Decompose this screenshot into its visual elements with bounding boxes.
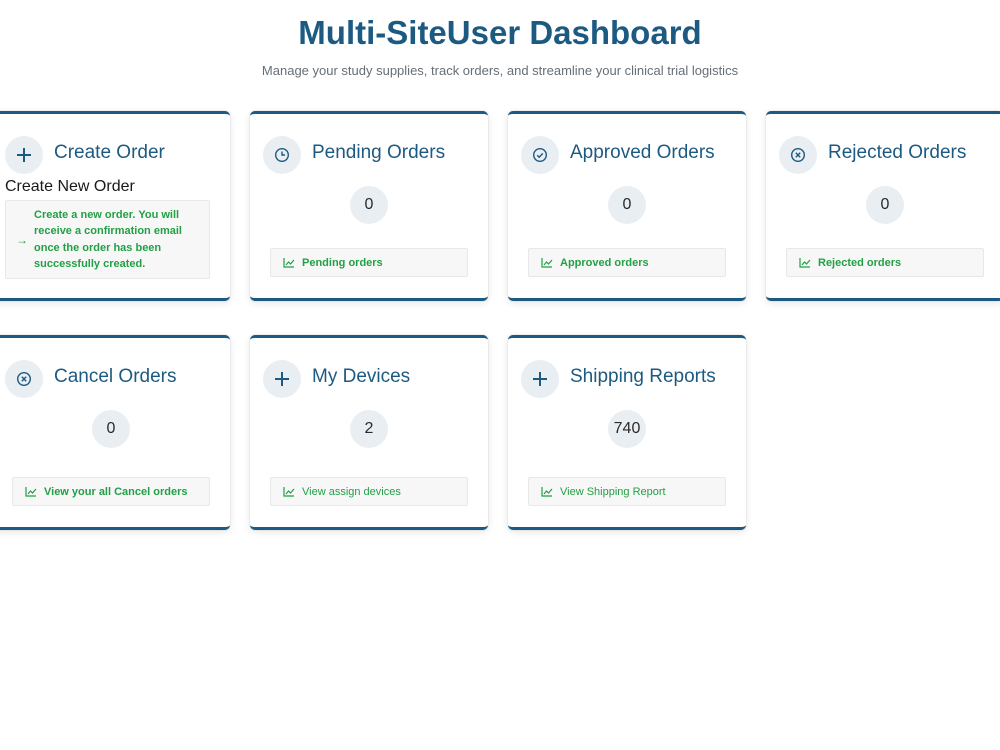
card-title: Cancel Orders [54, 366, 177, 387]
card-title: Rejected Orders [828, 142, 967, 163]
rejected-orders-link[interactable]: Rejected orders [786, 248, 984, 277]
plus-icon [5, 136, 43, 174]
chart-line-icon [541, 487, 553, 497]
rejected-orders-card[interactable]: Rejected Orders 0 Rejected orders [766, 111, 1000, 301]
shipping-reports-count: 740 [608, 410, 646, 448]
link-label: Pending orders [302, 256, 383, 269]
check-circle-icon [521, 136, 559, 174]
page-title: Multi-SiteUser Dashboard [298, 14, 702, 51]
chart-line-icon [25, 487, 37, 497]
page-subtitle: Manage your study supplies, track orders… [261, 63, 739, 78]
chart-line-icon [541, 258, 553, 268]
link-label: View Shipping Report [560, 485, 666, 498]
cancel-orders-card[interactable]: Cancel Orders 0 View your all Cancel ord… [0, 335, 230, 530]
my-devices-count: 2 [350, 410, 388, 448]
pending-orders-count: 0 [350, 186, 388, 224]
plus-icon [521, 360, 559, 398]
card-title: Pending Orders [312, 142, 446, 163]
plus-icon [263, 360, 301, 398]
chart-line-icon [799, 258, 811, 268]
my-devices-card[interactable]: My Devices 2 View assign devices [250, 335, 488, 530]
link-label: View assign devices [302, 485, 401, 498]
cancel-orders-link[interactable]: View your all Cancel orders [12, 477, 210, 506]
chart-line-icon [283, 487, 295, 497]
chart-line-icon [283, 258, 295, 268]
approved-orders-card[interactable]: Approved Orders 0 Approved orders [508, 111, 746, 301]
pending-orders-card[interactable]: Pending Orders 0 Pending orders [250, 111, 488, 301]
create-order-heading: Create New Order [5, 178, 135, 195]
card-title: Shipping Reports [570, 366, 716, 387]
pending-orders-link[interactable]: Pending orders [270, 248, 468, 277]
shipping-reports-card[interactable]: Shipping Reports 740 View Shipping Repor… [508, 335, 746, 530]
arrow-right-icon: → [16, 232, 28, 247]
approved-orders-count: 0 [608, 186, 646, 224]
cancel-orders-count: 0 [92, 410, 130, 448]
shipping-reports-link[interactable]: View Shipping Report [528, 477, 726, 506]
link-label: View your all Cancel orders [44, 485, 188, 498]
approved-orders-link[interactable]: Approved orders [528, 248, 726, 277]
clock-icon [263, 136, 301, 174]
x-circle-icon [779, 136, 817, 174]
card-title: Create Order [54, 142, 165, 163]
create-order-card[interactable]: Create Order Create New Order → Create a… [0, 111, 230, 301]
link-label: Rejected orders [818, 256, 902, 269]
create-order-info[interactable]: → Create a new order. You will receive a… [5, 200, 210, 279]
card-title: My Devices [312, 366, 411, 387]
link-label: Approved orders [560, 256, 649, 269]
x-circle-icon [5, 360, 43, 398]
card-title: Approved Orders [570, 142, 715, 163]
my-devices-link[interactable]: View assign devices [270, 477, 468, 506]
rejected-orders-count: 0 [866, 186, 904, 224]
create-order-description: Create a new order. You will receive a c… [34, 208, 182, 271]
